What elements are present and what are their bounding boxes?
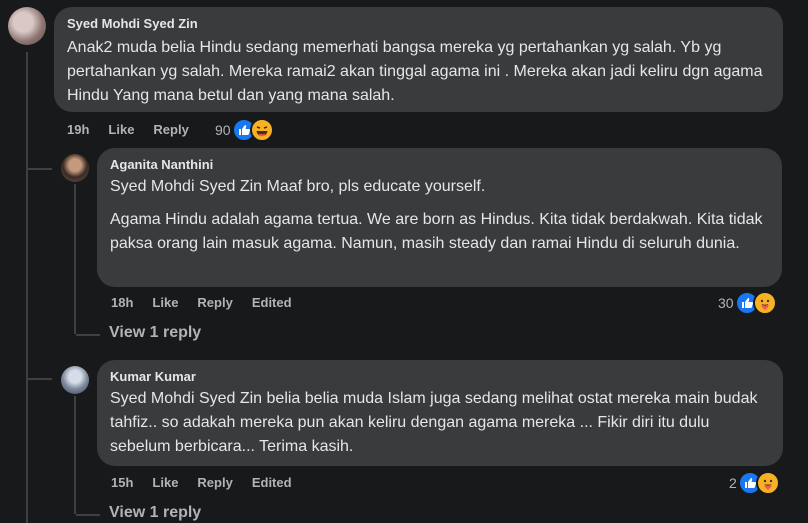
like-button[interactable]: Like [108,122,134,137]
timestamp[interactable]: 19h [67,122,89,137]
comment-author[interactable]: Aganita Nanthini [110,157,769,172]
reply-button[interactable]: Reply [197,295,232,310]
avatar[interactable] [61,366,89,394]
edited-label[interactable]: Edited [252,475,292,490]
edited-label[interactable]: Edited [252,295,292,310]
thread-branch-1 [28,168,52,170]
comment-bubble: Aganita Nanthini Syed Mohdi Syed Zin Maa… [97,148,782,287]
comment-actions: 19h Like Reply [67,122,189,137]
care-icon [752,291,777,315]
view-replies-link[interactable]: View 1 reply [109,324,201,342]
like-button[interactable]: Like [152,295,178,310]
timestamp[interactable]: 15h [111,475,133,490]
comment-text: Syed Mohdi Syed Zin Maaf bro, pls educat… [110,178,763,252]
care-icon [755,471,780,495]
avatar[interactable] [61,154,89,182]
reaction-summary[interactable]: 30 [718,291,777,315]
haha-icon [249,118,274,142]
comment-text: Anak2 muda belia Hindu sedang memerhati … [67,39,763,104]
view-replies-link[interactable]: View 1 reply [109,504,201,522]
comment-bubble: Syed Mohdi Syed Zin Anak2 muda belia Hin… [54,7,783,112]
comment-author[interactable]: Kumar Kumar [110,369,770,384]
timestamp[interactable]: 18h [111,295,133,310]
reply-button[interactable]: Reply [153,122,188,137]
reaction-summary[interactable]: 90 [215,118,274,142]
reaction-count: 90 [215,122,231,138]
thread-branch-2 [28,378,52,380]
reply-button[interactable]: Reply [197,475,232,490]
thread-line-main [26,52,28,523]
comment-text: Syed Mohdi Syed Zin belia belia muda Isl… [110,390,758,455]
avatar[interactable] [8,7,46,45]
reply-line-2 [74,396,76,514]
comment-actions: 18h Like Reply Edited [111,295,292,310]
reaction-summary[interactable]: 2 [729,471,780,495]
comment-bubble: Kumar Kumar Syed Mohdi Syed Zin belia be… [97,360,783,466]
reply-line-1 [74,184,76,334]
comment-author[interactable]: Syed Mohdi Syed Zin [67,16,770,31]
reaction-count: 2 [729,475,737,491]
comment-actions: 15h Like Reply Edited [111,475,292,490]
reaction-count: 30 [718,295,734,311]
reply-curve-2 [76,514,100,516]
like-button[interactable]: Like [152,475,178,490]
reply-curve-1 [76,334,100,336]
